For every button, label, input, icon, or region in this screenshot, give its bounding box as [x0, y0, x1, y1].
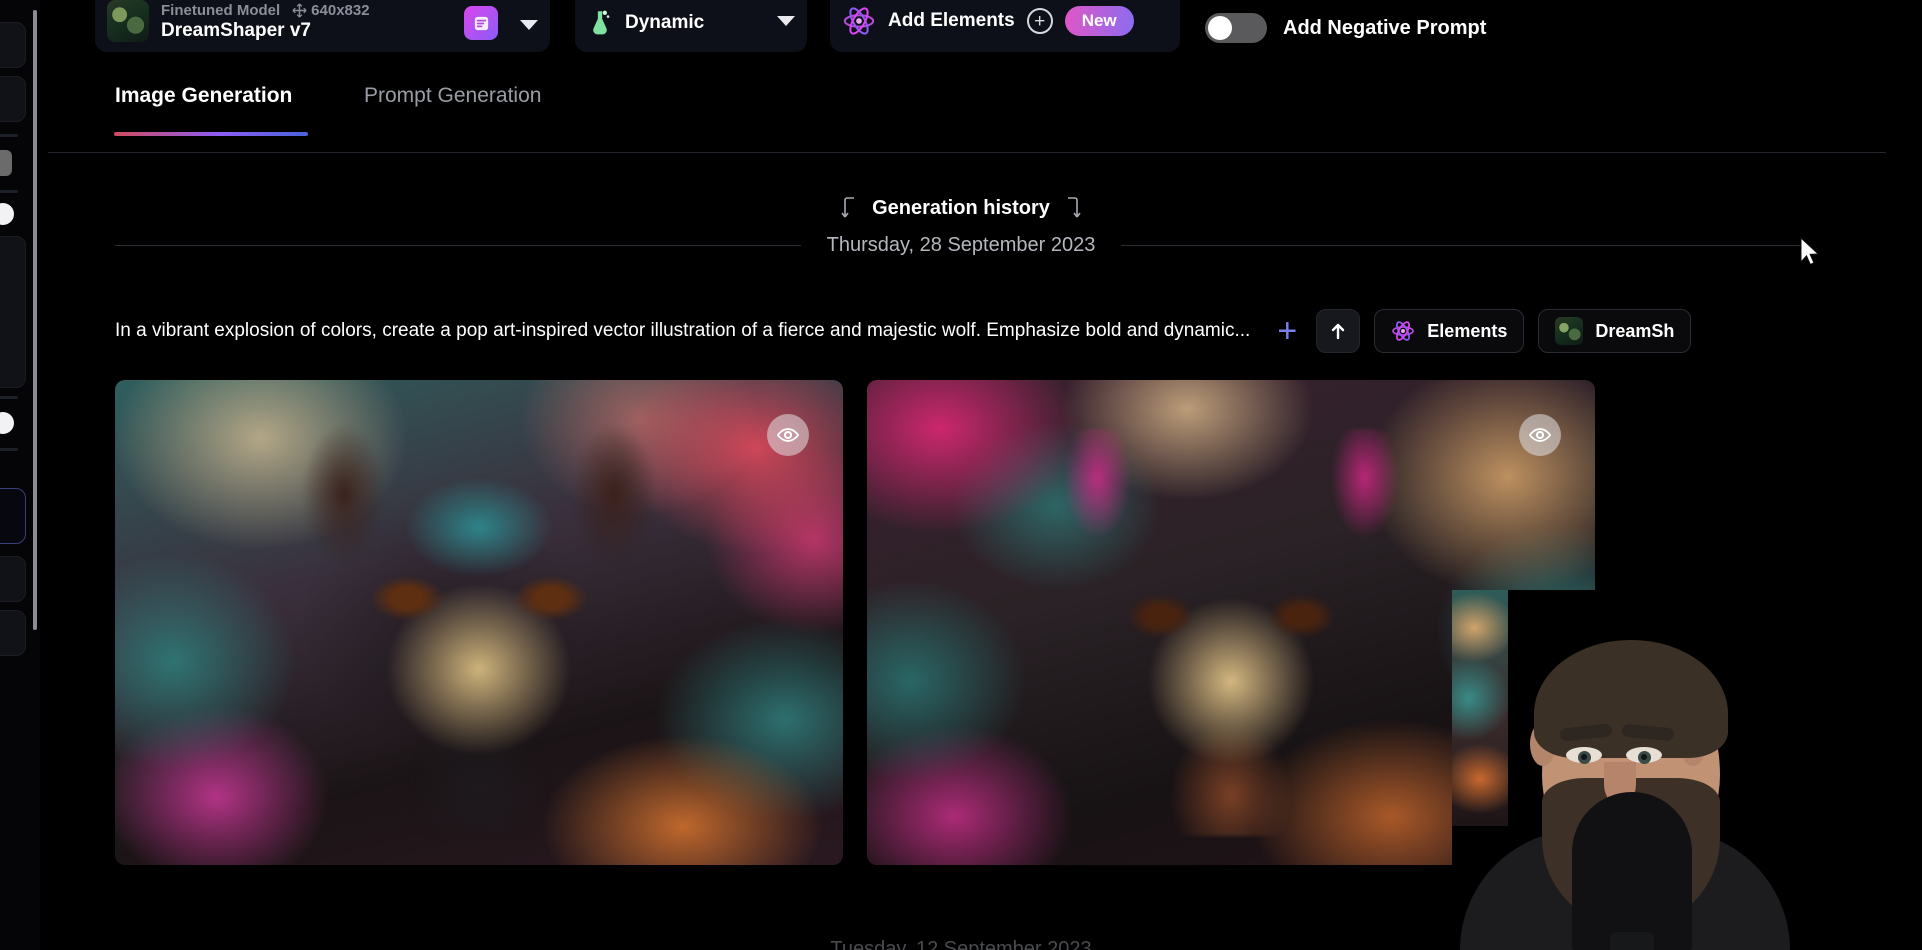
generated-image-card[interactable] — [867, 380, 1595, 865]
generated-image-2 — [867, 380, 1595, 865]
potion-icon — [593, 10, 610, 35]
model-name: DreamShaper v7 — [161, 20, 311, 41]
plus-circle-icon[interactable]: + — [1026, 8, 1053, 34]
sidebar-item-group[interactable] — [0, 236, 26, 388]
sidebar-divider-4 — [0, 448, 18, 451]
generated-image-card[interactable] — [115, 380, 843, 865]
plus-icon[interactable]: + — [1272, 314, 1302, 348]
sidebar-item-5[interactable] — [0, 412, 14, 434]
sidebar-item-2[interactable] — [0, 76, 26, 122]
sidebar-item-7[interactable] — [0, 610, 26, 656]
presenter-nose — [1604, 762, 1636, 806]
edit-prompt-icon[interactable] — [464, 6, 498, 40]
sidebar-item-active[interactable] — [0, 488, 26, 544]
new-badge: New — [1064, 6, 1134, 36]
bracket-left-icon — [841, 197, 855, 218]
prompt-actions: + Elements DreamSh — [1272, 309, 1692, 353]
preset-label: Dynamic — [625, 12, 705, 33]
negative-prompt-label: Add Negative Prompt — [1283, 16, 1487, 39]
generation-history-title: Generation history — [872, 196, 1050, 219]
chevron-down-icon[interactable] — [520, 20, 538, 30]
sidebar-item-6[interactable] — [0, 556, 26, 602]
presenter-eye-right — [1626, 747, 1662, 764]
elements-chip[interactable]: Elements — [1374, 309, 1525, 353]
generated-image-1 — [115, 380, 843, 865]
presenter-mouth — [1600, 818, 1646, 834]
resize-icon — [292, 3, 307, 18]
model-dimensions: 640x832 — [311, 2, 370, 19]
prompt-text[interactable]: In a vibrant explosion of colors, create… — [115, 320, 1250, 342]
app-root: Finetuned Model 640x832 DreamShaper v7 D… — [0, 0, 1922, 950]
prompt-row: In a vibrant explosion of colors, create… — [0, 305, 1922, 357]
model-chip[interactable]: DreamSh — [1538, 309, 1692, 353]
bracket-right-icon — [1067, 197, 1081, 218]
date-separator: Thursday, 28 September 2023 — [0, 234, 1922, 257]
eye-icon[interactable] — [1519, 414, 1561, 456]
model-type-label: Finetuned Model — [161, 2, 281, 19]
date-label: Thursday, 28 September 2023 — [826, 234, 1096, 256]
chevron-down-icon[interactable] — [777, 16, 795, 26]
sidebar-divider-3 — [0, 396, 18, 399]
presenter-brow-right — [1621, 723, 1675, 742]
sidebar-item-4[interactable] — [0, 203, 14, 225]
model-thumbnail — [107, 0, 149, 42]
generated-image-grid — [115, 380, 1595, 865]
tab-prompt-generation[interactable]: Prompt Generation — [364, 84, 541, 130]
atom-icon — [1392, 321, 1415, 341]
model-chip-label: DreamSh — [1595, 320, 1675, 341]
presenter-neck — [1586, 794, 1670, 864]
elements-chip-label: Elements — [1427, 320, 1508, 341]
negative-prompt-toggle[interactable] — [1205, 13, 1267, 43]
tabs-divider — [48, 152, 1886, 153]
top-toolbar: Finetuned Model 640x832 DreamShaper v7 D… — [0, 0, 1922, 56]
negative-prompt-group[interactable]: Add Negative Prompt — [1205, 0, 1486, 56]
eye-icon[interactable] — [767, 414, 809, 456]
model-selector[interactable]: Finetuned Model 640x832 DreamShaper v7 — [95, 0, 550, 52]
presenter-ear-right — [1680, 722, 1706, 766]
atom-icon — [843, 7, 875, 35]
toggle-knob — [1208, 16, 1232, 40]
sidebar-divider-1 — [0, 134, 18, 137]
next-date-label: Tuesday, 12 September 2023 — [830, 938, 1092, 950]
upload-arrow-icon[interactable] — [1316, 309, 1361, 353]
preset-selector[interactable]: Dynamic — [575, 0, 807, 52]
add-elements-label: Add Elements — [888, 10, 1015, 31]
sidebar-item-1[interactable] — [0, 22, 26, 68]
presenter-pupil-right — [1638, 751, 1651, 764]
sidebar-divider-2 — [0, 190, 18, 193]
sidebar-item-3[interactable] — [0, 150, 12, 176]
left-sidebar[interactable] — [0, 0, 40, 950]
sidebar-scrollbar[interactable] — [33, 10, 37, 630]
tab-bar: Image Generation Prompt Generation — [0, 84, 1922, 144]
add-elements-button[interactable]: Add Elements + New — [830, 0, 1180, 52]
date-rule-left — [115, 245, 801, 246]
generation-history-header: Generation history — [0, 195, 1922, 221]
model-thumbnail — [1555, 317, 1584, 345]
tab-image-generation[interactable]: Image Generation — [115, 84, 292, 130]
date-rule-right — [1121, 245, 1807, 246]
active-tab-underline — [114, 132, 308, 136]
